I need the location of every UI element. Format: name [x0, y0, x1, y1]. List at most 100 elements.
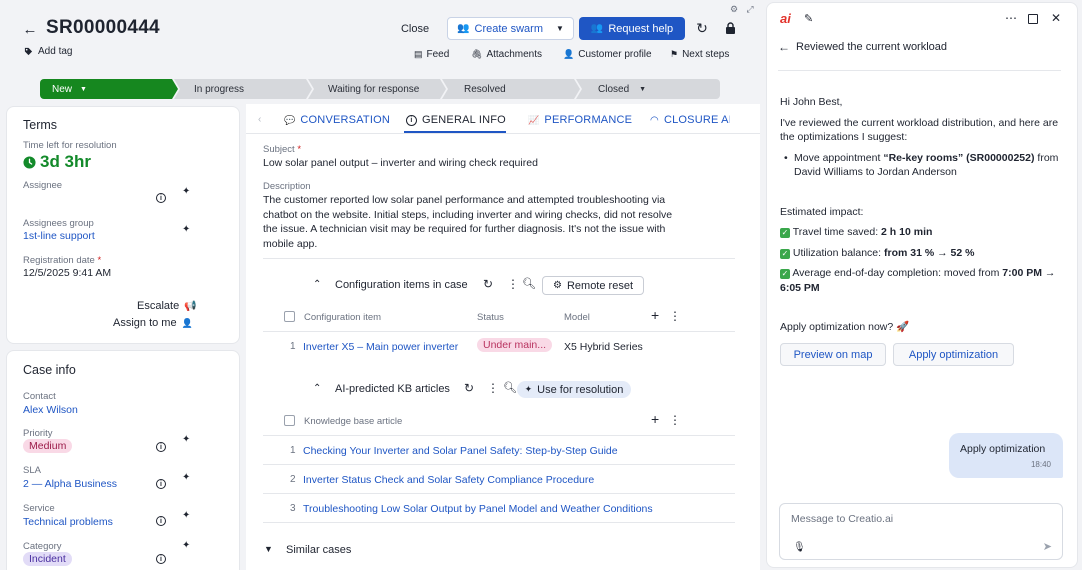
select-all-checkbox[interactable] [284, 311, 295, 322]
tab-general-info[interactable]: i GENERAL INFO [406, 114, 506, 126]
more-vertical-icon[interactable]: ⋮ [669, 309, 681, 323]
row-divider [263, 464, 735, 465]
contact-value[interactable]: Alex Wilson [23, 404, 78, 416]
ai-sparkle-icon[interactable]: ✦ [182, 224, 190, 235]
expand-chevron-icon[interactable]: ▼ [264, 544, 273, 554]
col-model: Model [564, 312, 590, 323]
info-icon[interactable]: i [156, 193, 166, 203]
apply-optimization-button[interactable]: Apply optimization [893, 343, 1014, 366]
subject-value[interactable]: Low solar panel output – inverter and wi… [263, 157, 538, 169]
list-item[interactable]: 3 Troubleshooting Low Solar Output by Pa… [263, 499, 735, 519]
search-icon[interactable]: 🔍︎ [503, 381, 517, 394]
impact-item: ✓ Travel time saved: 2 h 10 min [780, 226, 933, 238]
assignees-group-value[interactable]: 1st-line support [23, 230, 95, 242]
refresh-icon[interactable]: ↻ [695, 20, 709, 36]
next-steps-link[interactable]: ⚑ Next steps [670, 49, 729, 60]
tabs-scroll-left-icon[interactable]: ‹ [258, 114, 261, 125]
stage-new-label: New ▼ [52, 83, 87, 95]
info-icon[interactable]: i [156, 479, 166, 489]
search-icon[interactable]: 🔍︎ [522, 277, 536, 290]
ai-sparkle-icon[interactable]: ✦ [182, 472, 190, 483]
tab-conversation[interactable]: 💬 CONVERSATION [284, 114, 390, 126]
gear-icon: ⚙ [553, 280, 562, 291]
tag-icon [24, 47, 33, 56]
service-value[interactable]: Technical problems [23, 516, 113, 528]
info-icon[interactable]: i [156, 554, 166, 564]
preview-on-map-button[interactable]: Preview on map [780, 343, 886, 366]
more-horizontal-icon[interactable]: ⋯ [1005, 11, 1017, 25]
check-icon: ✓ [780, 228, 790, 238]
subject-label: Subject * [263, 144, 302, 155]
chat-header-title: Reviewed the current workload [796, 41, 948, 53]
collapse-chevron-icon[interactable]: ⌃ [313, 383, 321, 394]
attachments-link[interactable]: 🖇 Attachments [471, 49, 542, 60]
table-row[interactable]: 1 Inverter X5 – Main power inverter Unde… [263, 337, 735, 357]
edit-icon[interactable]: ✎ [804, 12, 813, 25]
ai-message: Hi John Best, I've reviewed the current … [780, 95, 1065, 335]
message-input-box[interactable]: Message to Creatio.ai 🎙 ➤ [779, 503, 1063, 560]
kb-article-link[interactable]: Troubleshooting Low Solar Output by Pane… [303, 503, 653, 515]
tab-performance[interactable]: 📈 PERFORMANCE [528, 114, 632, 126]
bullet-dot: • [784, 151, 788, 164]
select-all-checkbox[interactable] [284, 415, 295, 426]
table-header-divider [263, 435, 735, 436]
description-value[interactable]: The customer reported low solar panel pe… [263, 193, 673, 251]
assignee-label: Assignee [23, 180, 63, 191]
more-vertical-icon[interactable]: ⋮ [487, 381, 499, 395]
refresh-icon[interactable]: ↻ [483, 277, 493, 291]
add-tag-link[interactable]: Add tag [24, 46, 72, 57]
list-item[interactable]: 2 Inverter Status Check and Solar Safety… [263, 470, 735, 490]
info-icon[interactable]: i [156, 442, 166, 452]
collapse-chevron-icon[interactable]: ⌃ [313, 279, 321, 290]
config-item-link[interactable]: Inverter X5 – Main power inverter [303, 341, 458, 353]
send-icon[interactable]: ➤ [1043, 540, 1052, 553]
list-item[interactable]: 1 Checking Your Inverter and Solar Panel… [263, 441, 735, 461]
tab-closure-ai[interactable]: ◠ CLOSURE AI [650, 114, 730, 126]
priority-badge[interactable]: Medium [23, 439, 73, 453]
escalate-button[interactable]: Escalate 📢 [137, 300, 197, 312]
chat-icon: 💬 [284, 114, 296, 125]
lock-icon[interactable] [725, 22, 736, 34]
category-badge[interactable]: Incident [23, 552, 72, 566]
close-button[interactable]: Close [393, 18, 437, 40]
remote-reset-button[interactable]: ⚙ Remote reset [542, 276, 644, 295]
add-column-icon[interactable]: + [651, 307, 659, 323]
stage-resolved-label: Resolved [464, 83, 506, 95]
stage-waiting-label: Waiting for response [328, 83, 420, 95]
kb-article-link[interactable]: Checking Your Inverter and Solar Panel S… [303, 445, 618, 457]
sla-value[interactable]: 2 — Alpha Business [23, 478, 117, 490]
back-arrow-icon[interactable]: ← [22, 20, 38, 38]
use-for-resolution-button[interactable]: ✦ Use for resolution [517, 381, 631, 398]
request-help-button[interactable]: 👥 Request help [579, 17, 685, 40]
assign-to-me-button[interactable]: Assign to me 👤 [113, 317, 193, 329]
time-left-label: Time left for resolution [23, 140, 117, 151]
create-swarm-button[interactable]: 👥 Create swarm ▼ [447, 17, 574, 40]
chevron-down-icon: ▼ [80, 85, 87, 93]
chat-header-divider [778, 70, 1061, 71]
row-divider [263, 493, 735, 494]
settings-small-icon[interactable]: ⚙ [729, 4, 739, 14]
info-icon[interactable]: i [156, 516, 166, 526]
info-circle-icon: i [406, 114, 417, 126]
close-icon[interactable]: ✕ [1051, 11, 1061, 25]
registration-value: 12/5/2025 9:41 AM [23, 267, 112, 279]
add-column-icon[interactable]: + [651, 411, 659, 427]
similar-cases-title[interactable]: Similar cases [286, 544, 351, 556]
customer-profile-link[interactable]: 👤 Customer profile [563, 49, 652, 60]
ai-sparkle-icon[interactable]: ✦ [182, 186, 190, 197]
refresh-icon[interactable]: ↻ [464, 381, 474, 395]
more-vertical-icon[interactable]: ⋮ [507, 277, 519, 291]
stage-resolved[interactable] [442, 79, 580, 99]
expand-small-icon[interactable]: ⤢ [745, 4, 755, 14]
more-vertical-icon[interactable]: ⋮ [669, 413, 681, 427]
microphone-icon[interactable]: 🎙 [793, 542, 806, 553]
ai-sparkle-icon[interactable]: ✦ [182, 540, 190, 551]
feed-link[interactable]: ▤ Feed [414, 49, 449, 60]
back-arrow-icon[interactable]: ← [778, 40, 790, 54]
ai-sparkle-icon[interactable]: ✦ [182, 510, 190, 521]
dock-panel-icon[interactable] [1028, 14, 1038, 24]
kb-article-link[interactable]: Inverter Status Check and Solar Safety C… [303, 474, 594, 486]
clock-icon [23, 155, 36, 169]
description-label: Description [263, 181, 311, 192]
ai-sparkle-icon[interactable]: ✦ [182, 434, 190, 445]
